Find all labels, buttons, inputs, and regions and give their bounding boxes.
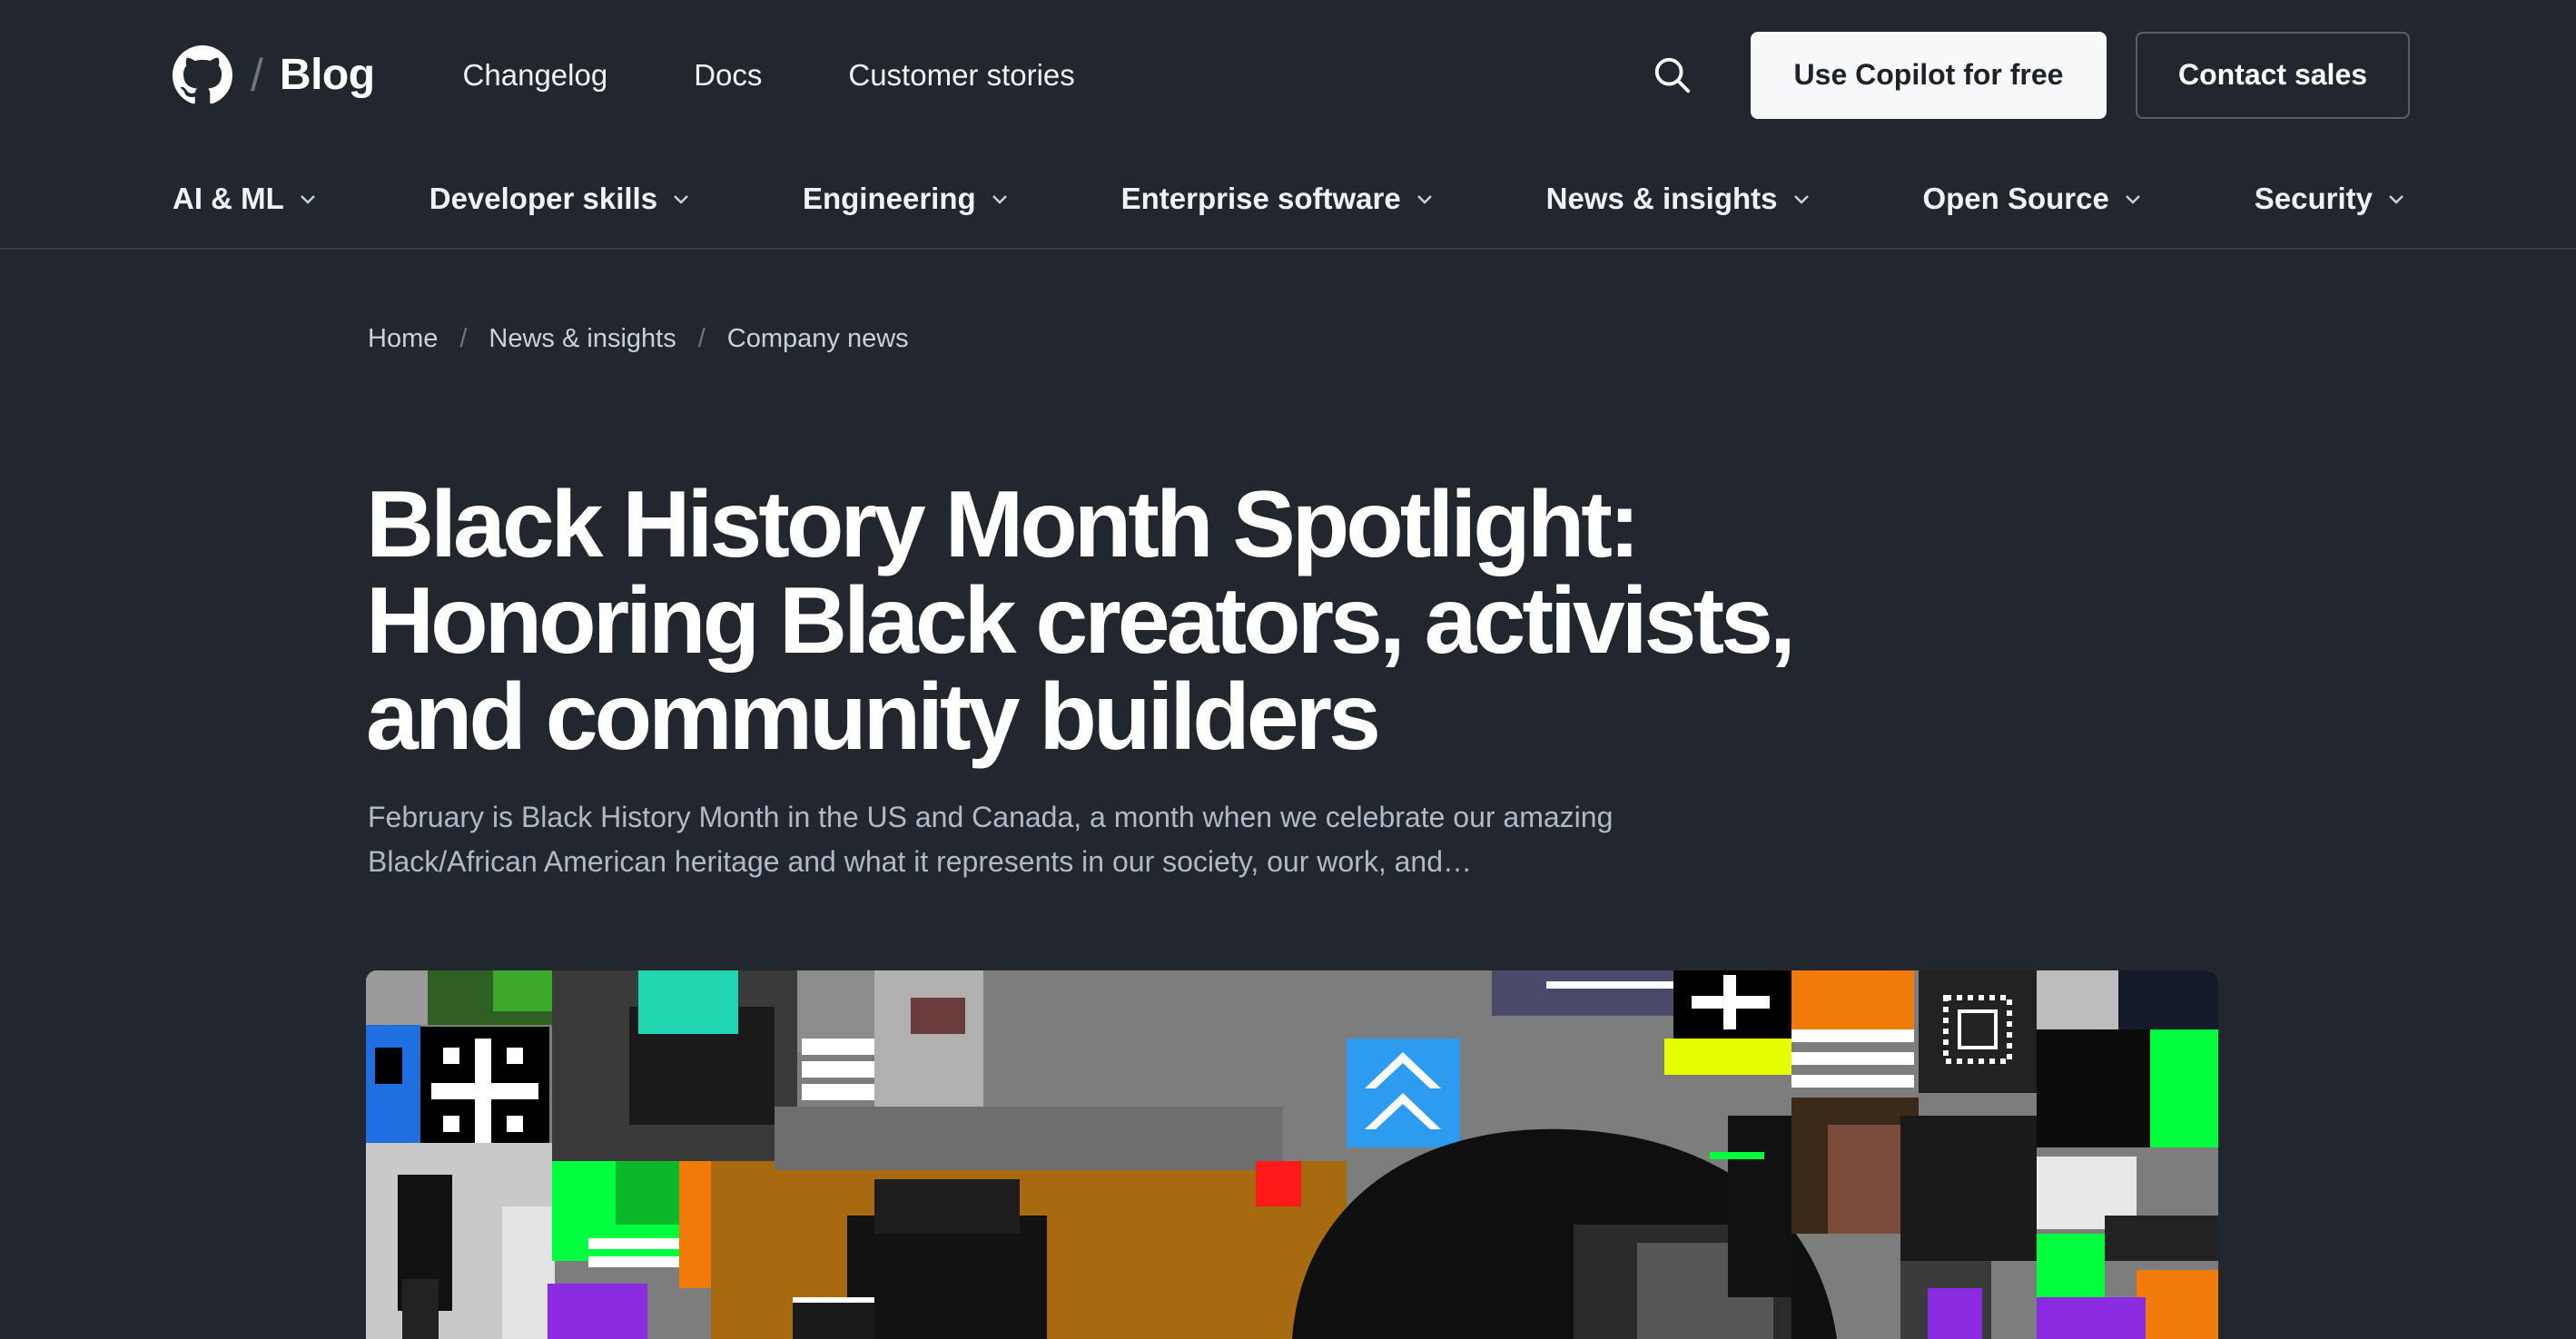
article-title: Black History Month Spotlight: Honoring …: [366, 472, 1796, 770]
github-octocat-icon[interactable]: [173, 44, 232, 105]
chevron-down-icon: [2125, 195, 2140, 204]
brand-separator: /: [251, 49, 263, 101]
category-developer-skills[interactable]: Developer skills: [429, 182, 692, 216]
chevron-down-icon: [2389, 195, 2403, 204]
category-label: Engineering: [802, 182, 976, 215]
top-links: Changelog Docs Customer stories: [463, 58, 1075, 93]
category-label: Enterprise software: [1120, 182, 1401, 215]
search-button[interactable]: [1649, 52, 1696, 99]
category-open-source[interactable]: Open Source: [1922, 182, 2143, 216]
chevron-down-icon: [992, 195, 1007, 204]
use-copilot-button[interactable]: Use Copilot for free: [1751, 31, 2107, 119]
chevron-down-icon: [300, 195, 315, 204]
blog-title-link[interactable]: Blog: [280, 50, 375, 100]
hero-collage-graphic: [366, 970, 2218, 1339]
contact-sales-button[interactable]: Contact sales: [2136, 31, 2410, 119]
category-label: Developer skills: [429, 182, 658, 215]
category-label: Security: [2254, 182, 2373, 215]
breadcrumb-company-news[interactable]: Company news: [727, 324, 909, 354]
blog-brand[interactable]: / Blog: [173, 39, 375, 112]
chevron-down-icon: [1416, 195, 1432, 204]
category-ai-ml[interactable]: AI & ML: [173, 182, 319, 216]
category-label: Open Source: [1922, 182, 2109, 215]
article-excerpt: February is Black History Month in the U…: [368, 801, 1614, 878]
category-label: News & insights: [1545, 182, 1778, 215]
hero-image: [366, 970, 2218, 1339]
docs-link[interactable]: Docs: [694, 58, 762, 93]
category-label: AI & ML: [173, 182, 284, 215]
header-actions: Use Copilot for free Contact sales: [1649, 31, 2410, 119]
changelog-link[interactable]: Changelog: [463, 58, 608, 93]
breadcrumb: Home / News & insights / Company news: [368, 324, 909, 354]
breadcrumb-news-insights[interactable]: News & insights: [489, 324, 676, 354]
category-nav: AI & ML Developer skills Engineering Ent…: [0, 150, 2576, 250]
category-news-insights[interactable]: News & insights: [1546, 182, 1812, 216]
customer-stories-link[interactable]: Customer stories: [848, 58, 1074, 93]
category-engineering[interactable]: Engineering: [803, 182, 1011, 216]
chevron-down-icon: [1793, 195, 1809, 204]
breadcrumb-home[interactable]: Home: [368, 324, 438, 354]
breadcrumb-separator: /: [459, 324, 468, 353]
search-icon: [1654, 57, 1691, 93]
category-enterprise-software[interactable]: Enterprise software: [1121, 182, 1436, 216]
category-security[interactable]: Security: [2255, 182, 2407, 216]
breadcrumb-separator: /: [697, 324, 706, 353]
site-header: / Blog Changelog Docs Customer stories U…: [0, 0, 2576, 150]
chevron-down-icon: [674, 195, 688, 204]
